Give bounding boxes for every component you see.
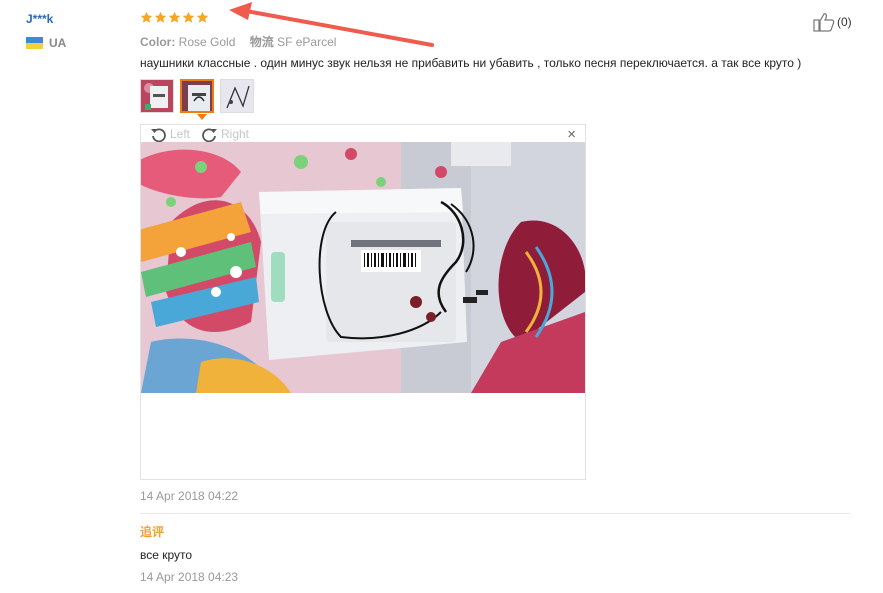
active-thumbnail-pointer xyxy=(197,114,207,120)
review-meta: Color: Rose Gold 物流 SF eParcel xyxy=(140,33,336,50)
shipping-label: 物流 xyxy=(249,35,274,49)
helpful-button[interactable]: (0) xyxy=(813,12,852,32)
review-photo xyxy=(141,142,585,393)
flag-icon xyxy=(26,37,43,49)
color-label: Color: xyxy=(140,35,176,49)
star-icon xyxy=(182,11,195,24)
rotate-right-button[interactable]: Right xyxy=(201,125,249,143)
helpful-count: (0) xyxy=(837,15,852,29)
color-value: Rose Gold xyxy=(178,35,236,49)
photo-thumbnail-3[interactable] xyxy=(220,79,254,113)
reviewer-country: UA xyxy=(26,36,66,50)
star-icon xyxy=(154,11,167,24)
close-icon[interactable]: × xyxy=(567,127,576,143)
shipping-value: SF eParcel xyxy=(277,35,337,49)
rotate-left-icon xyxy=(151,127,166,142)
rotate-right-icon xyxy=(202,127,217,142)
photo-thumbnail-1[interactable] xyxy=(140,79,174,113)
review-text: наушники классные . один минус звук нель… xyxy=(140,56,802,70)
reviewer-name: J***k xyxy=(26,12,54,26)
followup-text: все круто xyxy=(140,548,193,562)
followup-date: 14 Apr 2018 04:23 xyxy=(140,570,239,584)
star-icon xyxy=(140,11,153,24)
rotate-left-label: Left xyxy=(170,127,191,141)
rotate-right-label: Right xyxy=(221,127,250,141)
review-date: 14 Apr 2018 04:22 xyxy=(140,489,239,503)
country-code: UA xyxy=(49,36,67,50)
star-icon xyxy=(196,11,209,24)
followup-label: 追评 xyxy=(140,525,165,539)
star-icon xyxy=(168,11,181,24)
photo-thumbnail-2[interactable] xyxy=(180,79,214,113)
photo-viewer: Left Right × xyxy=(140,124,586,480)
thumbs-up-icon xyxy=(813,13,835,32)
photo-thumbnails xyxy=(140,79,254,113)
rotate-left-button[interactable]: Left xyxy=(150,125,190,143)
rating-stars xyxy=(140,11,209,24)
divider xyxy=(140,513,850,514)
